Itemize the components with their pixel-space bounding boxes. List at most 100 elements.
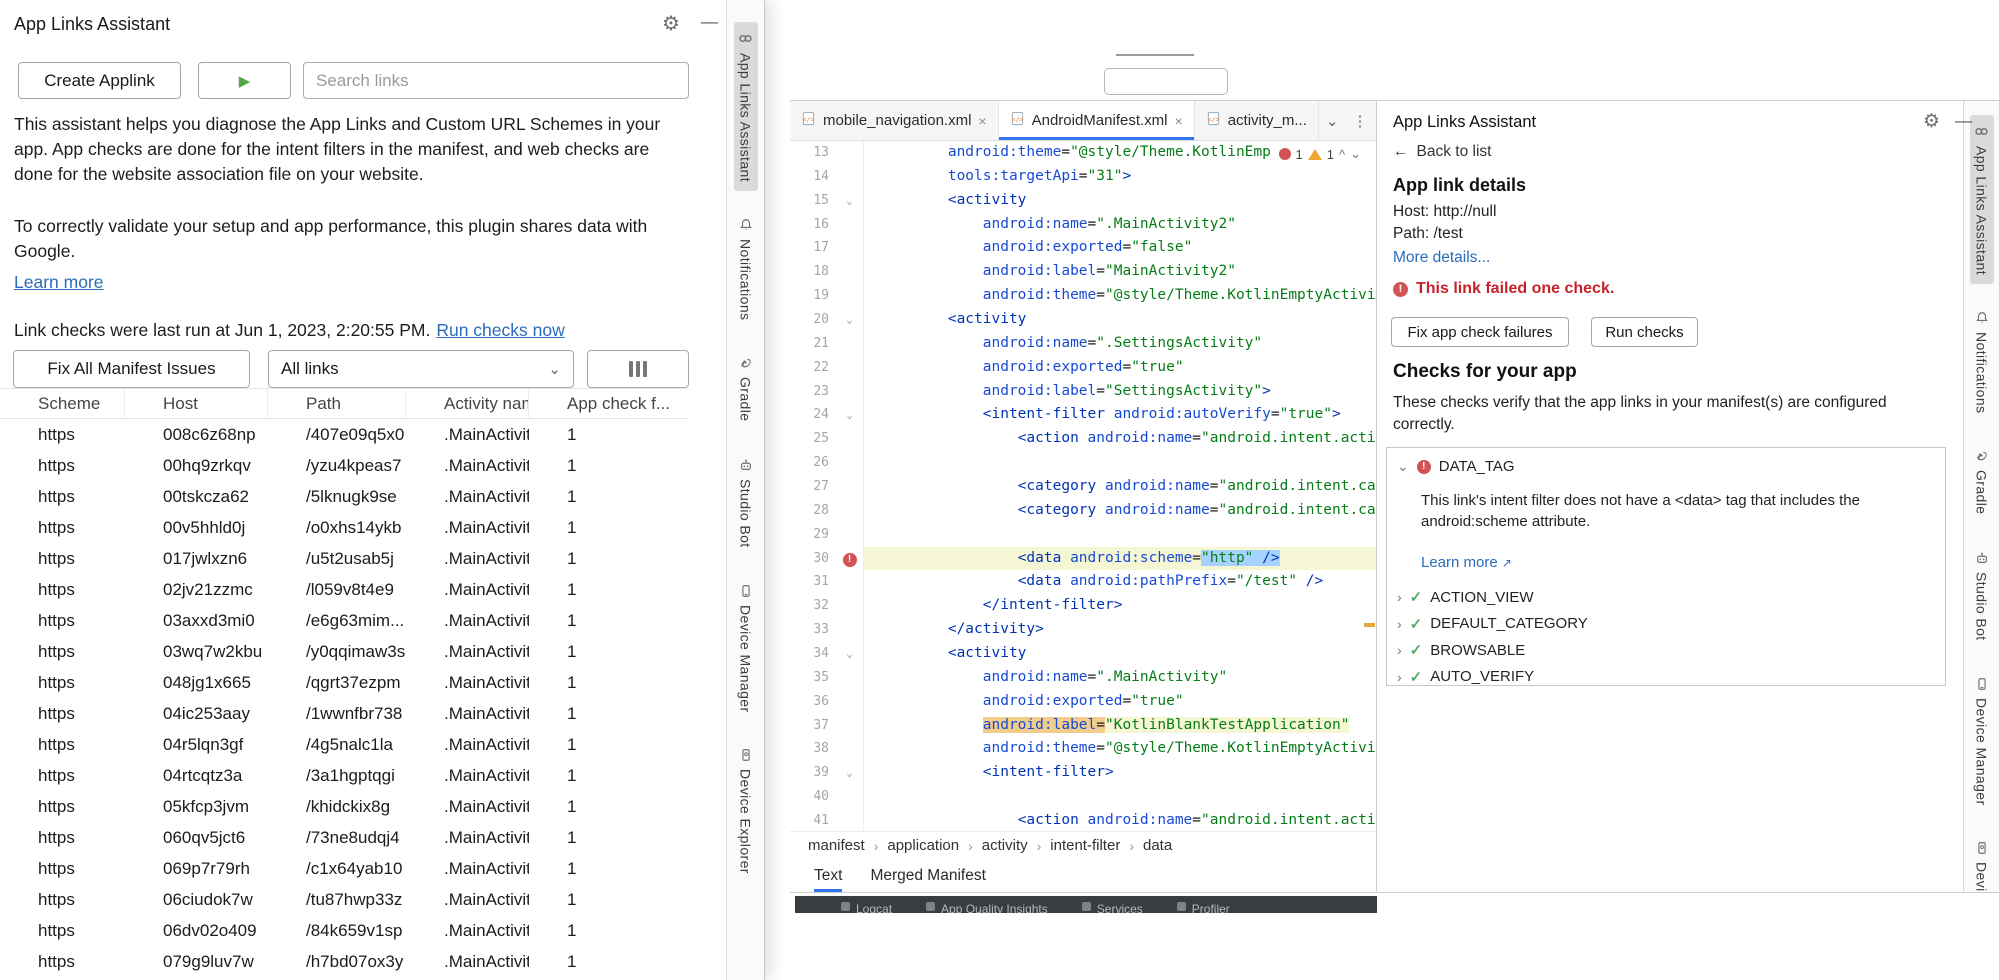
code-line[interactable]: 21 android:name=".SettingsActivity"	[790, 332, 1376, 356]
gear-icon[interactable]: ⚙	[1923, 110, 1940, 133]
breadcrumb-item[interactable]: intent-filter	[1050, 837, 1120, 854]
learn-more-link[interactable]: Learn more ↗	[1421, 554, 1512, 571]
check-item[interactable]: ›✓AUTO_VERIFY	[1397, 664, 1588, 691]
fix-all-manifest-issues-button[interactable]: Fix All Manifest Issues	[13, 350, 250, 388]
code-line[interactable]: 16 android:name=".MainActivity2"	[790, 213, 1376, 237]
code-line[interactable]: 31 <data android:pathPrefix="/test" />	[790, 570, 1376, 594]
view-tab[interactable]: Text	[814, 859, 842, 892]
code-line[interactable]: 35 android:name=".MainActivity"	[790, 666, 1376, 690]
table-row[interactable]: https048jg1x665/qgrt37ezpm.MainActivity1	[0, 667, 689, 698]
chevron-right-icon[interactable]: ›	[1397, 642, 1402, 658]
view-tab[interactable]: Merged Manifest	[870, 859, 985, 892]
code-line[interactable]: 36 android:exported="true"	[790, 690, 1376, 714]
code-line[interactable]: 32 </intent-filter>	[790, 594, 1376, 618]
back-to-list-link[interactable]: ← Back to list	[1393, 143, 1491, 161]
table-row[interactable]: https05kfcp3jvm/khidckix8g.MainActivity1	[0, 791, 689, 822]
close-tab-icon[interactable]: ×	[1175, 113, 1183, 129]
column-header[interactable]: Activity name	[406, 389, 529, 418]
chevron-right-icon[interactable]: ›	[1397, 669, 1402, 685]
table-row[interactable]: https04ic253aay/1wwnfbr738.MainActivity1	[0, 698, 689, 729]
more-details-link[interactable]: More details...	[1393, 249, 1490, 267]
inspection-widget[interactable]: 1 1 ^ ⌄	[1272, 144, 1368, 164]
code-line[interactable]: 37 android:label="KotlinBlankTestApplica…	[790, 714, 1376, 738]
table-row[interactable]: https079g9luv7w/h7bd07ox3y.MainActivity1	[0, 946, 689, 977]
code-line[interactable]: 24⌄ <intent-filter android:autoVerify="t…	[790, 403, 1376, 427]
code-line[interactable]: 34⌄ <activity	[790, 642, 1376, 666]
code-line[interactable]: 33 </activity>	[790, 618, 1376, 642]
table-row[interactable]: https06dv02o409/84k659v1sp.MainActivity1	[0, 915, 689, 946]
fix-app-check-failures-button[interactable]: Fix app check failures	[1391, 317, 1569, 347]
check-item[interactable]: ›✓ACTION_VIEW	[1397, 584, 1588, 611]
column-header[interactable]: Host	[125, 389, 268, 418]
breadcrumb-item[interactable]: activity	[982, 837, 1028, 854]
learn-more-link[interactable]: Learn more	[14, 272, 104, 293]
prev-issue-icon[interactable]: ^	[1339, 147, 1345, 162]
column-header[interactable]: App check f...	[529, 389, 689, 418]
table-row[interactable]: https06ciudok7w/tu87hwp33z.MainActivity1	[0, 884, 689, 915]
tool-button-app-links-assistant[interactable]: App Links Assistant	[1970, 115, 1994, 284]
chevron-right-icon[interactable]: ›	[1397, 589, 1402, 605]
chevron-right-icon[interactable]: ›	[1397, 616, 1402, 632]
run-checks-now-link[interactable]: Run checks now	[436, 320, 564, 340]
dock-item[interactable]: Profiler	[1177, 899, 1230, 913]
column-header[interactable]: Scheme	[0, 389, 125, 418]
minimize-icon[interactable]: —	[701, 12, 718, 32]
search-links-input[interactable]	[303, 62, 689, 99]
breadcrumb-item[interactable]: data	[1143, 837, 1172, 854]
tool-button-device-manager[interactable]: Device Manager	[1970, 668, 1994, 815]
table-row[interactable]: https03wq7w2kbu/y0qqimaw3s.MainActivity1	[0, 636, 689, 667]
table-row[interactable]: https04rtcqtz3a/3a1hgptqgi.MainActivity1	[0, 760, 689, 791]
table-row[interactable]: https060qv5jct6/73ne8udqj4.MainActivity1	[0, 822, 689, 853]
editor-tab[interactable]: </>mobile_navigation.xml×	[790, 101, 999, 140]
tab-options-kebab-icon[interactable]: ⋮	[1345, 112, 1374, 130]
create-applink-button[interactable]: Create Applink	[18, 62, 181, 99]
tool-button-gradle[interactable]: Gradle	[1970, 440, 1994, 523]
dock-item[interactable]: App Quality Insights	[926, 899, 1048, 913]
tool-button-gradle[interactable]: Gradle	[734, 347, 758, 430]
code-line[interactable]: 26	[790, 451, 1376, 475]
table-row[interactable]: https00hq9zrkqv/yzu4kpeas7.MainActivity1	[0, 450, 689, 481]
code-line[interactable]: 39⌄ <intent-filter>	[790, 761, 1376, 785]
data-tag-check[interactable]: ⌄ ! DATA_TAG	[1397, 458, 1515, 475]
tool-button-studio-bot[interactable]: Studio Bot	[1970, 542, 1994, 650]
code-line[interactable]: 27 <category android:name="android.inten…	[790, 475, 1376, 499]
tool-button-studio-bot[interactable]: Studio Bot	[734, 449, 758, 557]
code-line[interactable]: 18 android:label="MainActivity2"	[790, 260, 1376, 284]
table-row[interactable]: https069p7r79rh/c1x64yab10.MainActivity1	[0, 853, 689, 884]
table-row[interactable]: https04r5lqn3gf/4g5nalc1la.MainActivity1	[0, 729, 689, 760]
tool-button-notifications[interactable]: Notifications	[734, 209, 758, 329]
check-item[interactable]: ›✓BROWSABLE	[1397, 637, 1588, 664]
fold-icon[interactable]: ⌄	[836, 642, 863, 666]
table-row[interactable]: https017jwlxzn6/u5t2usab5j.MainActivity1	[0, 543, 689, 574]
fold-icon[interactable]: ⌄	[836, 189, 863, 213]
code-line[interactable]: 14 tools:targetApi="31">	[790, 165, 1376, 189]
code-line[interactable]: 23 android:label="SettingsActivity">	[790, 380, 1376, 404]
tool-button-device-manager[interactable]: Device Manager	[734, 575, 758, 722]
gear-icon[interactable]: ⚙	[662, 11, 680, 36]
tool-button-device-explorer[interactable]: Device Explorer	[1970, 832, 1994, 892]
fold-icon[interactable]: ⌄	[836, 308, 863, 332]
tool-button-device-explorer[interactable]: Device Explorer	[734, 739, 758, 883]
minimize-icon[interactable]: —	[1955, 111, 1972, 131]
code-line[interactable]: 40	[790, 785, 1376, 809]
run-button[interactable]: ▶	[198, 62, 291, 99]
table-row[interactable]: https03axxd3mi0/e6g63mim....MainActivity…	[0, 605, 689, 636]
table-row[interactable]: https00v5hhld0j/o0xhs14ykb.MainActivity1	[0, 512, 689, 543]
next-issue-icon[interactable]: ⌄	[1350, 146, 1361, 162]
code-line[interactable]: 15⌄ <activity	[790, 189, 1376, 213]
column-settings-button[interactable]	[587, 350, 689, 388]
code-line[interactable]: 30! <data android:scheme="http" />	[790, 547, 1376, 571]
close-tab-icon[interactable]: ×	[978, 113, 986, 129]
editor-tab[interactable]: </>AndroidManifest.xml×	[999, 101, 1195, 140]
hidden-tabs-chevron-icon[interactable]: ⌄	[1319, 112, 1346, 130]
breadcrumb-item[interactable]: application	[887, 837, 959, 854]
editor-tab[interactable]: </>activity_m...	[1195, 101, 1319, 140]
table-row[interactable]: https008c6z68np/407e09q5x0.MainActivity1	[0, 419, 689, 450]
chevron-down-icon[interactable]: ⌄	[1397, 458, 1409, 475]
table-row[interactable]: https00tskcza62/5lknugk9se.MainActivity1	[0, 481, 689, 512]
code-line[interactable]: 22 android:exported="true"	[790, 356, 1376, 380]
code-line[interactable]: 20⌄ <activity	[790, 308, 1376, 332]
tool-button-app-links-assistant[interactable]: App Links Assistant	[734, 22, 758, 191]
table-row[interactable]: https02jv21zzmc/l059v8t4e9.MainActivity1	[0, 574, 689, 605]
code-line[interactable]: 38 android:theme="@style/Theme.KotlinEmp…	[790, 737, 1376, 761]
